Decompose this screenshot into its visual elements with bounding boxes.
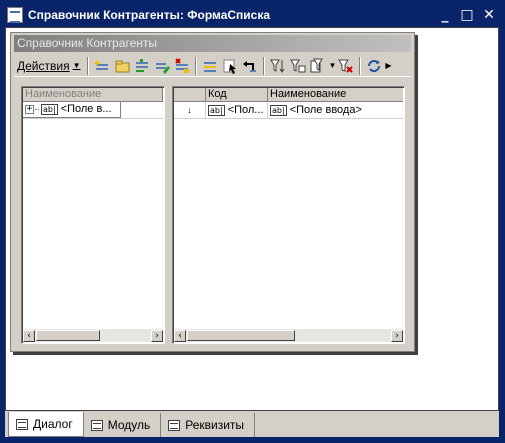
text-field-icon: ab| bbox=[270, 104, 287, 116]
dialog-icon bbox=[16, 418, 28, 430]
maximize-button[interactable]: □ bbox=[458, 6, 476, 24]
clear-filter-button[interactable] bbox=[336, 56, 356, 76]
filter-value-icon bbox=[289, 59, 305, 72]
tree-cell-text: <Поле в... bbox=[60, 103, 112, 115]
command-bar: Действия ▼ ▼ ▶ bbox=[14, 55, 411, 77]
actions-menu-button[interactable]: Действия ▼ bbox=[14, 57, 84, 75]
tab-dialog[interactable]: Диалог bbox=[8, 412, 84, 437]
toolbar-separator bbox=[194, 56, 197, 75]
list-column-name[interactable]: Наименование bbox=[268, 88, 403, 102]
module-icon bbox=[90, 419, 103, 431]
scroll-right-button[interactable]: › bbox=[151, 329, 163, 342]
name-cell[interactable]: ab| <Поле ввода> bbox=[268, 102, 403, 118]
list-horizontal-scrollbar[interactable]: ‹ › bbox=[174, 329, 403, 342]
list-column-code[interactable]: Код bbox=[206, 88, 268, 102]
toolbar-separator bbox=[262, 56, 265, 75]
title-bar[interactable]: Справочник Контрагенты: ФормаСписка _ □ … bbox=[3, 3, 502, 26]
refresh-button[interactable] bbox=[364, 56, 384, 76]
select-icon bbox=[223, 59, 236, 74]
tab-module-label: Модуль bbox=[107, 418, 151, 432]
form-window-icon bbox=[7, 6, 23, 23]
scroll-left-button[interactable]: ‹ bbox=[23, 329, 35, 342]
filter-value-button[interactable] bbox=[288, 56, 308, 76]
code-cell[interactable]: ab| <Пол... bbox=[206, 102, 268, 118]
expand-icon[interactable]: + bbox=[25, 105, 34, 114]
add-icon bbox=[93, 58, 108, 70]
tree-panel[interactable]: Наименование + ab| <Поле в... ‹ › bbox=[21, 86, 165, 344]
dropdown-arrow-icon: ▼ bbox=[72, 61, 81, 70]
toolbar-separator bbox=[86, 56, 89, 75]
toolbar-overflow-icon[interactable]: ▶ bbox=[385, 61, 391, 70]
scroll-track[interactable] bbox=[35, 330, 151, 341]
filter-dropdown-icon[interactable]: ▼ bbox=[329, 61, 337, 70]
edit-icon bbox=[155, 62, 170, 74]
add-folder-button[interactable] bbox=[112, 56, 132, 76]
tab-attributes[interactable]: Реквизиты bbox=[161, 413, 256, 437]
filter-button[interactable] bbox=[268, 56, 288, 76]
refresh-icon bbox=[368, 59, 381, 72]
form-title: Справочник Контрагенты bbox=[14, 35, 411, 52]
code-cell-text: <Пол... bbox=[227, 103, 264, 116]
name-cell-text: <Поле ввода> bbox=[289, 103, 362, 116]
back-icon bbox=[242, 60, 256, 72]
edit-button[interactable] bbox=[152, 56, 172, 76]
add-folder-icon bbox=[115, 60, 129, 72]
scroll-right-button[interactable]: › bbox=[391, 329, 403, 342]
back-button[interactable] bbox=[240, 56, 260, 76]
copy-button[interactable] bbox=[132, 56, 152, 76]
row-marker-icon: ↓ bbox=[187, 104, 192, 115]
tree-column-name[interactable]: Наименование bbox=[23, 88, 163, 102]
filter-history-button[interactable] bbox=[308, 56, 328, 76]
text-field-icon: ab| bbox=[208, 104, 225, 116]
tree-cell[interactable]: + ab| <Поле в... bbox=[23, 102, 121, 118]
list-form[interactable]: Справочник Контрагенты Действия ▼ ▼ ▶ На… bbox=[10, 32, 415, 352]
tree-row[interactable]: + ab| <Поле в... bbox=[23, 102, 163, 119]
filter-history-icon bbox=[310, 58, 323, 72]
toolbar-separator bbox=[359, 56, 362, 75]
level-icon bbox=[203, 61, 216, 72]
window-title: Справочник Контрагенты: ФормаСписка bbox=[28, 7, 271, 22]
minimize-button[interactable]: _ bbox=[436, 6, 454, 24]
row-marker-cell: ↓ bbox=[174, 102, 206, 118]
main-window: Справочник Контрагенты: ФормаСписка _ □ … bbox=[0, 0, 505, 443]
copy-icon bbox=[135, 58, 148, 72]
tab-module[interactable]: Модуль bbox=[84, 413, 162, 437]
list-row[interactable]: ↓ ab| <Пол... ab| <Поле ввода> bbox=[174, 102, 403, 119]
list-header: Код Наименование bbox=[174, 88, 403, 102]
filter-icon bbox=[269, 59, 284, 73]
scroll-left-button[interactable]: ‹ bbox=[174, 329, 186, 342]
actions-menu-label: Действия bbox=[17, 58, 70, 73]
designer-tabs: Диалог Модуль Реквизиты bbox=[5, 411, 499, 437]
attributes-icon bbox=[168, 419, 181, 431]
select-button[interactable] bbox=[220, 56, 240, 76]
tab-attributes-label: Реквизиты bbox=[185, 418, 245, 432]
clear-filter-icon bbox=[338, 59, 354, 73]
tab-dialog-label: Диалог bbox=[33, 417, 73, 431]
tree-connector bbox=[35, 109, 39, 110]
scroll-track[interactable] bbox=[186, 330, 391, 341]
window-controls: _ □ ✕ bbox=[436, 6, 498, 24]
tree-header: Наименование bbox=[23, 88, 163, 102]
list-column-icon[interactable] bbox=[174, 88, 206, 102]
tree-horizontal-scrollbar[interactable]: ‹ › bbox=[23, 329, 163, 342]
level-button[interactable] bbox=[200, 56, 220, 76]
text-field-icon: ab| bbox=[41, 104, 58, 115]
scroll-thumb[interactable] bbox=[187, 330, 295, 341]
add-button[interactable] bbox=[92, 56, 112, 76]
close-button[interactable]: ✕ bbox=[480, 6, 498, 24]
delete-button[interactable] bbox=[172, 56, 192, 76]
scroll-thumb[interactable] bbox=[36, 330, 100, 341]
delete-icon bbox=[174, 57, 189, 73]
list-panel[interactable]: Код Наименование ↓ ab| <Пол... ab| <Поле… bbox=[172, 86, 405, 344]
